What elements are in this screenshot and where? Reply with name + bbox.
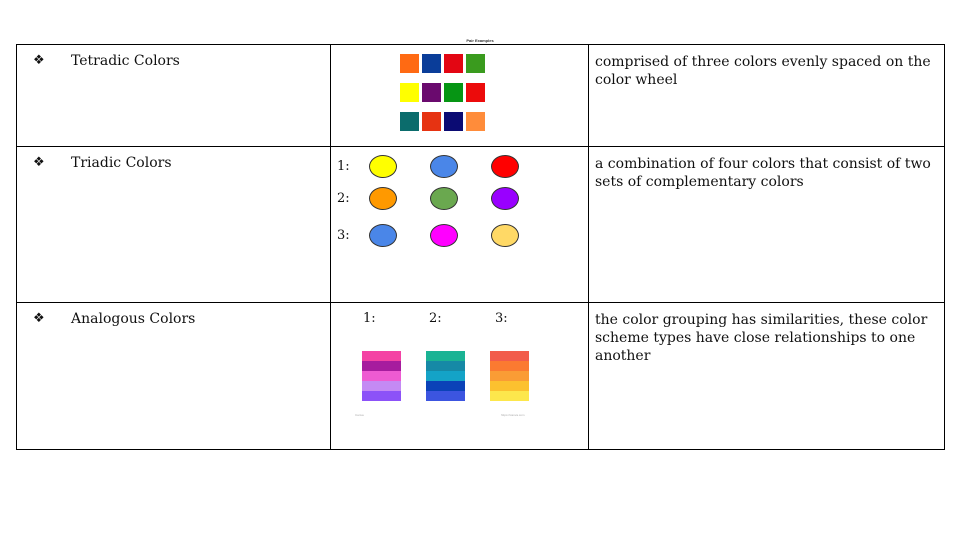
color-scheme-table: ❖ Tetradic Colors comprised of three col…	[16, 44, 945, 450]
palette-band	[426, 371, 465, 381]
description-text: the color grouping has similarities, the…	[595, 312, 928, 364]
color-oval	[430, 155, 458, 178]
color-oval	[369, 187, 397, 210]
diamond-bullet-icon: ❖	[33, 155, 45, 170]
color-swatch	[400, 112, 419, 131]
set-label: 1:	[337, 159, 350, 174]
palette-band	[490, 391, 529, 401]
color-oval	[430, 224, 458, 247]
color-oval	[491, 155, 519, 178]
color-swatch	[444, 112, 463, 131]
color-swatch	[422, 54, 441, 73]
palette-band	[490, 361, 529, 371]
term-label: Analogous Colors	[71, 311, 196, 327]
color-oval	[430, 187, 458, 210]
example-cell	[330, 44, 589, 147]
tetradic-swatch-grid	[400, 54, 485, 141]
example-cell: 1: 2: 3: Canva https://canva.com	[330, 302, 589, 450]
set-label: 2:	[337, 191, 350, 206]
color-swatch	[466, 54, 485, 73]
analogous-palettes: 1: 2: 3: Canva https://canva.com	[331, 303, 588, 449]
color-oval	[491, 224, 519, 247]
figure-caption: Pair Examples	[466, 38, 494, 43]
table-row: ❖ Triadic Colors 1: 2: 3: a combination of…	[16, 146, 945, 303]
description-text: a combination of four colors that consis…	[595, 156, 931, 190]
table-row: ❖ Tetradic Colors comprised of three col…	[16, 44, 945, 147]
palette-band	[426, 391, 465, 401]
palette-stack	[362, 351, 401, 401]
description-cell: a combination of four colors that consis…	[588, 146, 945, 303]
color-swatch	[400, 54, 419, 73]
palette-band	[362, 391, 401, 401]
color-swatch	[400, 83, 419, 102]
palette-band	[426, 361, 465, 371]
palette-band	[490, 381, 529, 391]
palette-band	[362, 381, 401, 391]
set-label: 3:	[337, 228, 350, 243]
swatch-row	[400, 54, 485, 73]
color-oval	[491, 187, 519, 210]
palette-band	[362, 361, 401, 371]
color-oval	[369, 224, 397, 247]
triadic-set: 3:	[337, 224, 552, 247]
triadic-set: 2:	[337, 187, 552, 210]
fine-print: Canva	[355, 413, 364, 417]
description-text: comprised of three colors evenly spaced …	[595, 54, 931, 88]
palette-band	[362, 351, 401, 361]
diamond-bullet-icon: ❖	[33, 311, 45, 326]
color-swatch	[422, 112, 441, 131]
palette-stack	[426, 351, 465, 401]
term-cell: ❖ Analogous Colors	[16, 302, 331, 450]
palette-band	[490, 371, 529, 381]
palette-band	[426, 381, 465, 391]
example-cell: 1: 2: 3:	[330, 146, 589, 303]
description-cell: the color grouping has similarities, the…	[588, 302, 945, 450]
palette-label: 3:	[495, 311, 508, 326]
swatch-row	[400, 83, 485, 102]
term-cell: ❖ Tetradic Colors	[16, 44, 331, 147]
fine-print: https://canva.com	[501, 413, 525, 417]
triadic-oval-sets: 1: 2: 3:	[331, 147, 588, 302]
term-label: Triadic Colors	[71, 155, 172, 171]
palette-labels: 1: 2: 3:	[363, 311, 561, 326]
palette-band	[426, 351, 465, 361]
term-label: Tetradic Colors	[71, 53, 180, 69]
term-cell: ❖ Triadic Colors	[16, 146, 331, 303]
color-swatch	[466, 83, 485, 102]
palette-band	[362, 371, 401, 381]
swatch-row	[400, 112, 485, 131]
palette-band	[490, 351, 529, 361]
triadic-set: 1:	[337, 155, 552, 178]
color-swatch	[444, 83, 463, 102]
color-swatch	[444, 54, 463, 73]
palette-stack	[490, 351, 529, 401]
table-row: ❖ Analogous Colors 1: 2: 3: Canva https://…	[16, 302, 945, 450]
palette-label: 1:	[363, 311, 376, 326]
color-swatch	[422, 83, 441, 102]
palette-label: 2:	[429, 311, 442, 326]
description-cell: comprised of three colors evenly spaced …	[588, 44, 945, 147]
color-oval	[369, 155, 397, 178]
color-swatch	[466, 112, 485, 131]
diamond-bullet-icon: ❖	[33, 53, 45, 68]
